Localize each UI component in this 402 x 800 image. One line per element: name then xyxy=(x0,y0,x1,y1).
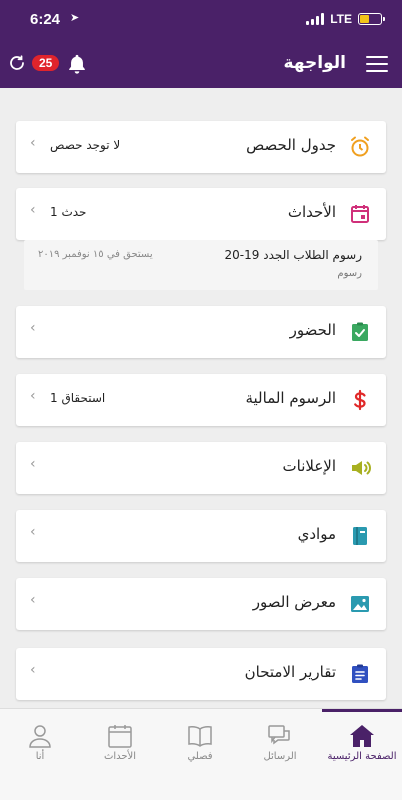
card-title: جدول الحصص xyxy=(246,136,336,154)
status-indicators: LTE xyxy=(306,12,385,26)
home-icon xyxy=(350,725,374,747)
chevron-left-icon: ‹ xyxy=(30,202,36,218)
clipboard-check-icon xyxy=(352,322,368,341)
network-label: LTE xyxy=(330,12,352,26)
book-icon xyxy=(353,527,367,545)
card-title: الأحداث xyxy=(287,203,336,221)
bell-icon[interactable] xyxy=(66,53,88,75)
card-value: 1 استحقاق xyxy=(50,391,106,405)
tab-label: الأحداث xyxy=(103,751,137,762)
hamburger-menu-icon[interactable] xyxy=(366,56,388,72)
event-list-item[interactable]: رسوم الطلاب الجدد 19-20 رسوم يستحق في ١٥… xyxy=(24,240,378,290)
event-due-date: يستحق في ١٥ نوفمبر ٢٠١٩ xyxy=(38,249,153,260)
card-value: لا توجد حصص xyxy=(50,138,121,152)
tab-me[interactable]: أنا xyxy=(0,717,80,777)
card-exam-reports[interactable]: تقارير الامتحان ‹ xyxy=(16,648,386,700)
chevron-left-icon: ‹ xyxy=(30,524,36,540)
card-title: الحضور xyxy=(289,321,336,339)
card-subjects[interactable]: موادي ‹ xyxy=(16,510,386,562)
signal-icon xyxy=(306,13,325,25)
card-gallery[interactable]: معرض الصور ‹ xyxy=(16,578,386,630)
card-title: الإعلانات xyxy=(282,457,337,475)
image-icon xyxy=(351,596,369,612)
chevron-left-icon: ‹ xyxy=(30,662,36,678)
refresh-icon[interactable] xyxy=(8,54,26,72)
calendar-icon xyxy=(108,725,132,748)
chevron-left-icon: ‹ xyxy=(30,320,36,336)
tab-classroom[interactable]: فصلي xyxy=(160,717,240,777)
person-icon xyxy=(29,725,51,748)
event-title: رسوم الطلاب الجدد 19-20 xyxy=(224,248,363,262)
chevron-left-icon: ‹ xyxy=(30,135,36,151)
event-subtitle: رسوم xyxy=(337,268,362,279)
tab-label: أنا xyxy=(35,751,45,762)
card-events[interactable]: الأحداث 1 حدث ‹ xyxy=(16,188,386,240)
page-title: الواجهة xyxy=(283,53,346,73)
card-title: الرسوم المالية xyxy=(245,389,336,407)
tab-label: الصفحة الرئيسية xyxy=(327,751,397,762)
app-header: 25 الواجهة xyxy=(0,40,402,88)
clipboard-list-icon xyxy=(352,664,368,683)
tab-label: الرسائل xyxy=(263,751,297,762)
card-timetable[interactable]: جدول الحصص لا توجد حصص ‹ xyxy=(16,121,386,173)
chat-icon xyxy=(268,725,290,745)
chevron-left-icon: ‹ xyxy=(30,592,36,608)
open-book-icon xyxy=(188,726,212,747)
card-value: 1 حدث xyxy=(50,205,87,219)
tab-messages[interactable]: الرسائل xyxy=(240,717,320,777)
battery-icon xyxy=(358,13,385,25)
tab-label: فصلي xyxy=(187,751,213,762)
calendar-icon xyxy=(351,205,369,223)
card-announcements[interactable]: الإعلانات ‹ xyxy=(16,442,386,494)
tab-home[interactable]: الصفحة الرئيسية xyxy=(322,709,402,769)
notification-badge: 25 xyxy=(32,55,60,71)
alarm-clock-icon xyxy=(351,136,369,157)
megaphone-icon xyxy=(352,461,372,475)
chevron-left-icon: ‹ xyxy=(30,456,36,472)
status-time: 6:24 xyxy=(30,11,61,28)
card-title: معرض الصور xyxy=(252,593,336,611)
card-title: موادي xyxy=(297,525,336,543)
dashboard-content: جدول الحصص لا توجد حصص ‹ الأحداث 1 حدث ‹… xyxy=(0,88,402,708)
bottom-tab-bar: أنا الأحداث فصلي الرسائل الصفحة الرئيسية xyxy=(0,708,402,800)
chevron-left-icon: ‹ xyxy=(30,388,36,404)
tab-events[interactable]: الأحداث xyxy=(80,717,160,777)
status-bar: 6:24 ➤ LTE xyxy=(0,0,402,40)
card-attendance[interactable]: الحضور ‹ xyxy=(16,306,386,358)
card-title: تقارير الامتحان xyxy=(244,663,336,681)
card-fees[interactable]: الرسوم المالية 1 استحقاق ‹ xyxy=(16,374,386,426)
dollar-icon xyxy=(354,389,366,411)
location-arrow-icon: ➤ xyxy=(70,11,80,24)
